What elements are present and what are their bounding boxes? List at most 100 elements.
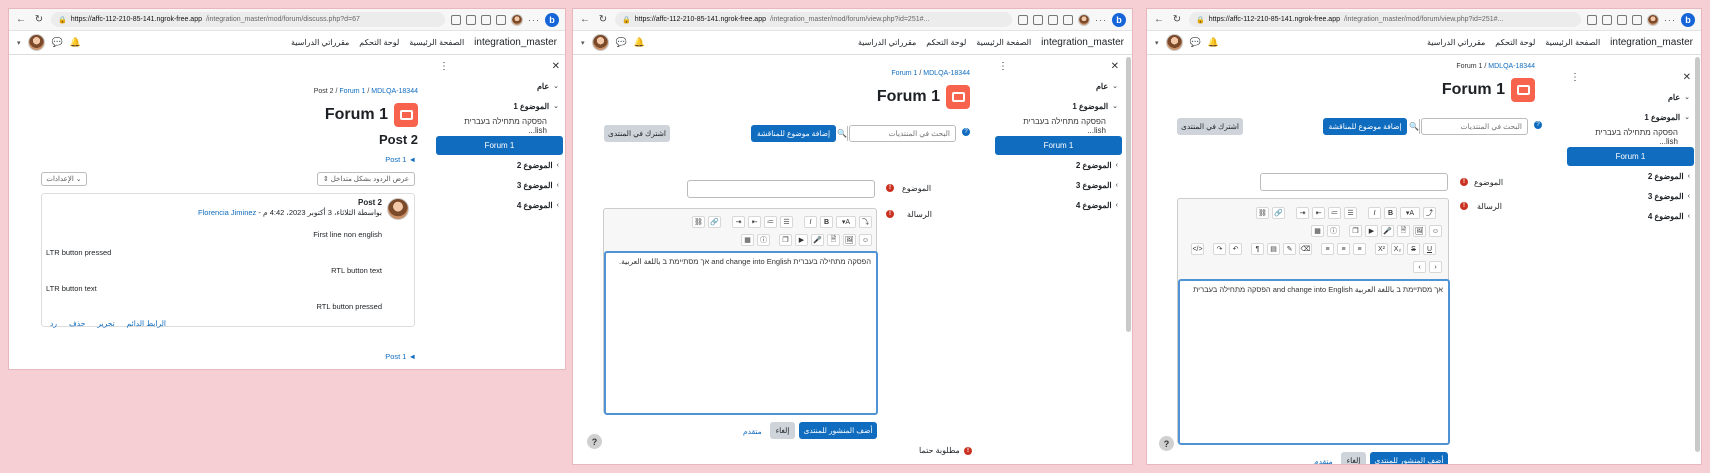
advanced-link[interactable]: متقدم bbox=[743, 427, 762, 436]
search-input[interactable] bbox=[1420, 122, 1527, 131]
page-scrollbar[interactable] bbox=[1695, 57, 1700, 452]
expand-toolbar-icon[interactable]: ⤵ bbox=[859, 216, 872, 228]
drawer-item-topic1[interactable]: ⌄ الموضوع 1 bbox=[991, 96, 1126, 116]
indent-icon[interactable]: ⇥ bbox=[732, 216, 745, 228]
clear-icon[interactable]: ⌫ bbox=[1299, 243, 1312, 255]
bing-icon[interactable]: b bbox=[545, 12, 559, 27]
nav-my-courses[interactable]: مقرراتي الدراسية bbox=[858, 38, 916, 47]
nav-dashboard[interactable]: لوحة التحكم bbox=[359, 38, 399, 47]
edit-icon[interactable]: ✎ bbox=[1283, 243, 1296, 255]
nav-home[interactable]: الصفحة الرئيسية bbox=[1545, 38, 1600, 47]
cancel-button[interactable]: إلغاء bbox=[1341, 452, 1366, 464]
display-mode-select[interactable]: عرض الردود بشكل متداخل ⇕ bbox=[317, 172, 415, 186]
address-bar[interactable]: 🔒 https://affc-112-210-85-141.ngrok-free… bbox=[51, 12, 445, 27]
messages-icon[interactable]: 💬 bbox=[616, 37, 627, 48]
link-icon[interactable]: 🔗 bbox=[708, 216, 721, 228]
collapse-toolbar-icon[interactable]: ⤴ bbox=[1423, 207, 1436, 219]
info-icon[interactable]: ⓘ bbox=[1327, 225, 1340, 237]
drawer-sub-item[interactable]: הפסקה מתחילה בעברית lish... bbox=[432, 116, 565, 136]
subscribe-button[interactable]: اشترك في المنتدى bbox=[1177, 118, 1243, 135]
ordered-list-icon[interactable]: ≔ bbox=[764, 216, 777, 228]
subscribe-button[interactable]: اشترك في المنتدى bbox=[604, 125, 670, 142]
strikethrough-icon[interactable]: S bbox=[1407, 243, 1420, 255]
drawer-item-topic1[interactable]: ⌄ الموضوع 1 bbox=[1563, 107, 1698, 127]
messages-icon[interactable]: 💬 bbox=[52, 37, 63, 48]
chevron-left-icon[interactable]: ‹ bbox=[1413, 261, 1426, 273]
drawer-item-topic2[interactable]: › الموضوع 2 bbox=[1563, 166, 1698, 186]
drawer-item-forum1[interactable]: Forum 1 bbox=[1567, 147, 1694, 166]
advanced-link[interactable]: متقدم bbox=[1314, 457, 1333, 464]
site-name[interactable]: integration_master bbox=[1041, 37, 1124, 48]
nav-my-courses[interactable]: مقرراتي الدراسية bbox=[1427, 38, 1485, 47]
edit-link[interactable]: تحرير bbox=[97, 319, 114, 328]
video-icon[interactable]: ▶ bbox=[1365, 225, 1378, 237]
refresh-icon[interactable]: ↻ bbox=[33, 14, 45, 26]
chevron-right-icon[interactable]: › bbox=[1429, 261, 1442, 273]
bing-icon[interactable]: b bbox=[1112, 12, 1126, 27]
drawer-item-topic3[interactable]: › الموضوع 3 bbox=[1563, 186, 1698, 206]
ordered-list-icon[interactable]: ≔ bbox=[1328, 207, 1341, 219]
font-size-icon[interactable]: ▾A bbox=[1400, 207, 1420, 219]
html-icon[interactable]: </> bbox=[1191, 243, 1204, 255]
user-avatar[interactable] bbox=[1165, 34, 1183, 51]
refresh-icon[interactable]: ↻ bbox=[597, 14, 609, 26]
delete-link[interactable]: حذف bbox=[69, 319, 85, 328]
prev-discussion-link-bottom[interactable]: Post 1 ◄ bbox=[385, 352, 416, 361]
video-icon[interactable]: ▶ bbox=[795, 234, 808, 246]
drawer-sub-item[interactable]: הפסקה מתחילה בעברית lish... bbox=[991, 116, 1126, 136]
extensions-icon[interactable] bbox=[1063, 14, 1073, 25]
messages-icon[interactable]: 💬 bbox=[1190, 37, 1201, 48]
breadcrumb-course[interactable]: MDLQA-18344 bbox=[371, 88, 418, 95]
site-name[interactable]: integration_master bbox=[1610, 37, 1693, 48]
drawer-item-general[interactable]: ⌄ عام bbox=[432, 76, 565, 96]
redo-icon[interactable]: ↷ bbox=[1213, 243, 1226, 255]
profile-icon[interactable] bbox=[1078, 13, 1090, 26]
file-icon[interactable]: 🗎 bbox=[827, 234, 840, 246]
favorites-icon[interactable] bbox=[466, 14, 476, 25]
font-size-icon[interactable]: ▾A bbox=[836, 216, 856, 228]
italic-icon[interactable]: I bbox=[804, 216, 817, 228]
breadcrumb-course[interactable]: MDLQA-18344 bbox=[1488, 63, 1535, 70]
editor-content-area[interactable]: אך מסתיימת ב باللغة العربية and change i… bbox=[1178, 279, 1450, 445]
refresh-icon[interactable]: ↻ bbox=[1171, 14, 1183, 26]
drawer-item-topic3[interactable]: › الموضوع 3 bbox=[432, 175, 565, 195]
drawer-item-topic2[interactable]: › الموضوع 2 bbox=[432, 155, 565, 175]
drawer-item-topic2[interactable]: › الموضوع 2 bbox=[991, 155, 1126, 175]
read-aloud-icon[interactable] bbox=[1587, 14, 1597, 25]
profile-icon[interactable] bbox=[511, 13, 523, 26]
nav-my-courses[interactable]: مقرراتي الدراسية bbox=[291, 38, 349, 47]
subscript-icon[interactable]: X₂ bbox=[1391, 243, 1404, 255]
favorites-icon[interactable] bbox=[1033, 14, 1043, 25]
read-aloud-icon[interactable] bbox=[451, 14, 461, 25]
author-link[interactable]: Florencia Jiminez bbox=[198, 208, 256, 217]
more-icon[interactable]: ··· bbox=[528, 15, 540, 25]
back-icon[interactable]: ← bbox=[1153, 14, 1165, 26]
search-icon[interactable]: 🔍 bbox=[837, 126, 848, 141]
drawer-item-forum1[interactable]: Forum 1 bbox=[995, 136, 1122, 155]
image-icon[interactable]: 🖼 bbox=[843, 234, 856, 246]
drawer-sub-item[interactable]: הפסקה מתחילה בעברית lish... bbox=[1563, 127, 1698, 147]
nav-home[interactable]: الصفحة الرئيسية bbox=[976, 38, 1031, 47]
notifications-bell-icon[interactable]: 🔔 bbox=[1208, 37, 1219, 48]
more-icon[interactable]: ··· bbox=[1664, 15, 1676, 25]
link-icon[interactable]: 🔗 bbox=[1272, 207, 1285, 219]
subject-input[interactable] bbox=[687, 180, 875, 198]
breadcrumb-course[interactable]: MDLQA-18344 bbox=[923, 70, 970, 77]
add-discussion-button[interactable]: إضافة موضوع للمناقشة bbox=[751, 125, 836, 142]
back-icon[interactable]: ← bbox=[579, 14, 591, 26]
nav-dashboard[interactable]: لوحة التحكم bbox=[1495, 38, 1535, 47]
page-scrollbar[interactable] bbox=[1126, 57, 1131, 332]
favorites-icon[interactable] bbox=[1602, 14, 1612, 25]
bold-icon[interactable]: B bbox=[1384, 207, 1397, 219]
profile-icon[interactable] bbox=[1647, 13, 1659, 26]
breadcrumb-forum[interactable]: Forum 1 bbox=[891, 70, 917, 77]
author-avatar[interactable] bbox=[387, 198, 409, 220]
extensions-icon[interactable] bbox=[1632, 14, 1642, 25]
table-insert-icon[interactable]: ▤ bbox=[1267, 243, 1280, 255]
drawer-item-general[interactable]: ⌄ عام bbox=[1563, 87, 1698, 107]
read-aloud-icon[interactable] bbox=[1018, 14, 1028, 25]
microphone-icon[interactable]: 🎤 bbox=[811, 234, 824, 246]
address-bar[interactable]: 🔒 https://affc-112-210-85-141.ngrok-free… bbox=[1189, 12, 1581, 27]
nav-home[interactable]: الصفحة الرئيسية bbox=[409, 38, 464, 47]
user-menu-chevron-icon[interactable]: ▾ bbox=[17, 39, 21, 47]
